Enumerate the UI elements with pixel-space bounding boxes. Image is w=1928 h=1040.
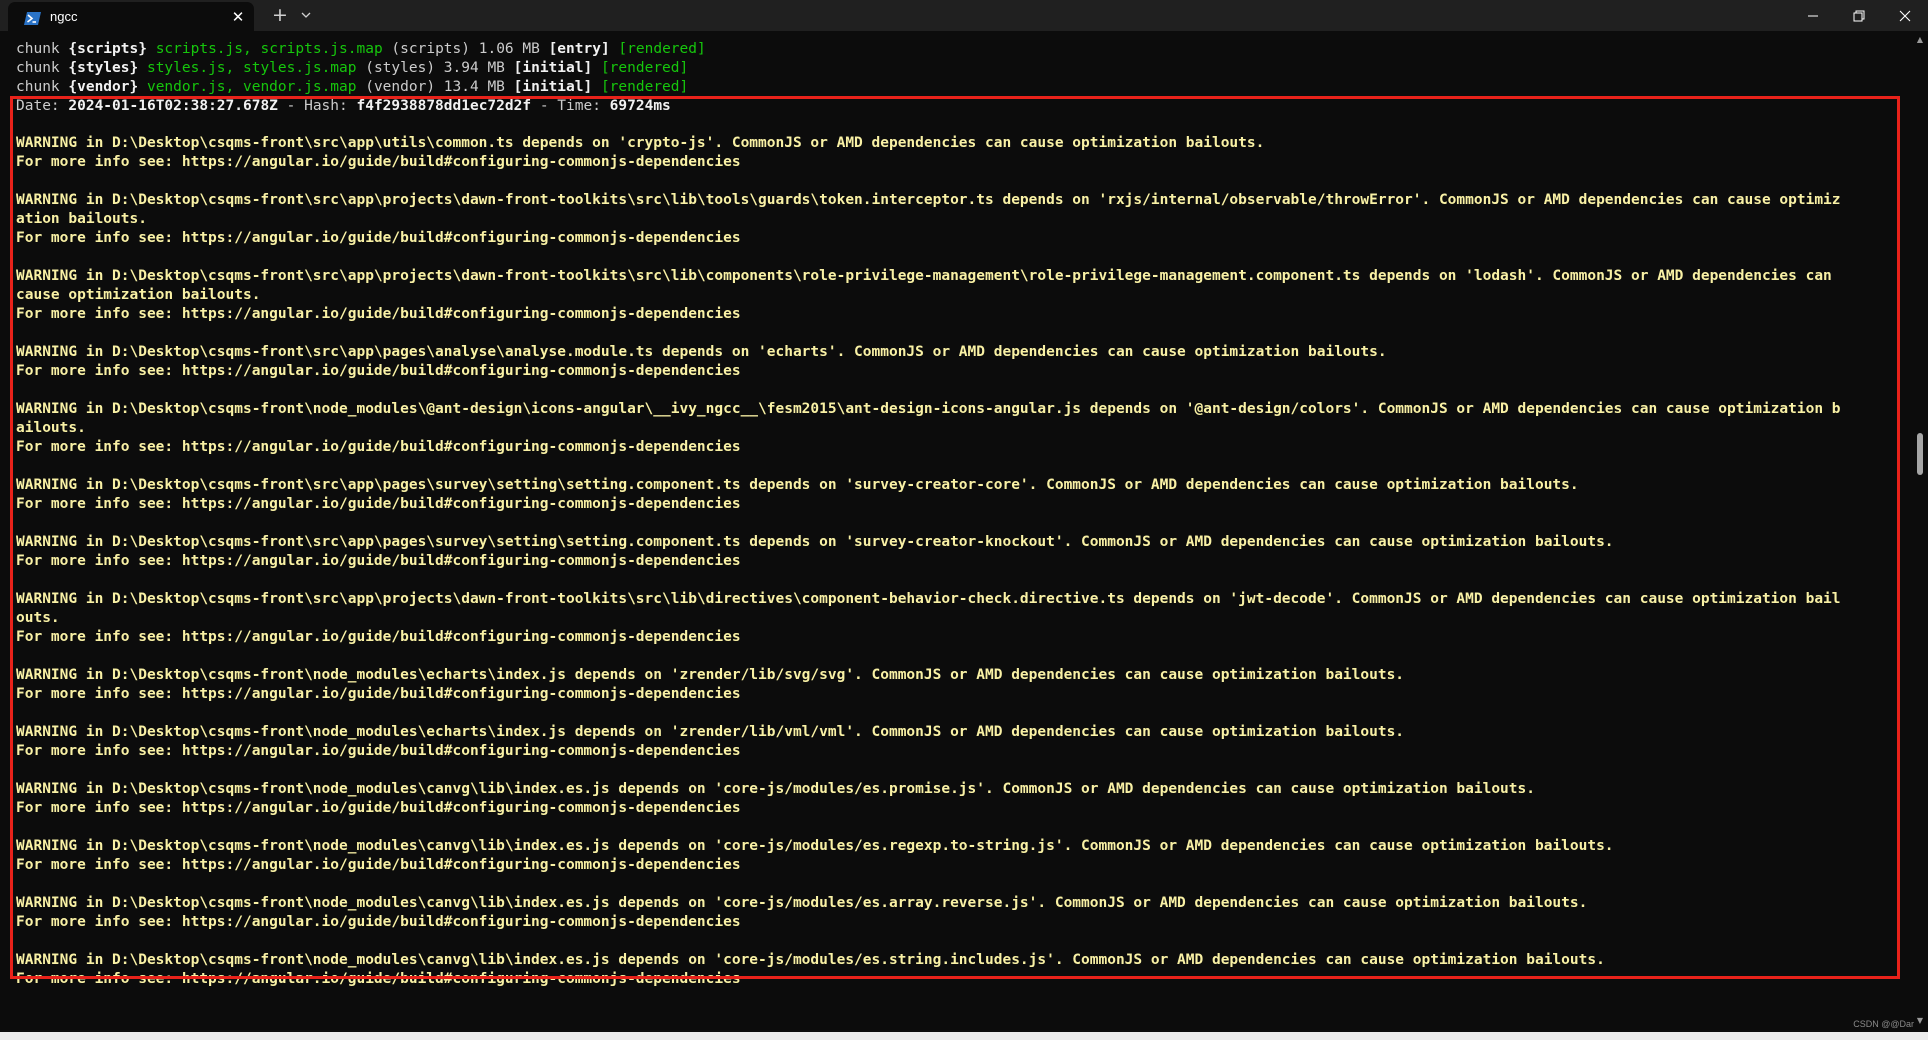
scroll-down-icon[interactable]: ▼ [1916, 1017, 1924, 1025]
scroll-up-icon[interactable]: ▲ [1916, 36, 1924, 44]
watermark: CSDN @@Dar [1853, 1019, 1914, 1029]
plus-icon[interactable]: + [268, 4, 292, 26]
taskbar-strip [0, 1032, 1928, 1040]
chunk-line: chunk {styles} styles.js, styles.js.map … [16, 60, 689, 76]
chunk-line: chunk {scripts} scripts.js, scripts.js.m… [16, 41, 706, 57]
highlight-box [10, 96, 1900, 979]
powershell-icon [24, 10, 41, 25]
close-icon[interactable]: ✕ [228, 7, 248, 27]
tab-ngcc[interactable]: ngcc ✕ [8, 2, 254, 31]
chevron-down-icon[interactable] [296, 5, 316, 25]
tab-title: ngcc [50, 9, 78, 24]
title-bar: ngcc ✕ + [0, 0, 1928, 31]
close-window-icon[interactable] [1882, 0, 1928, 31]
maximize-icon[interactable] [1836, 0, 1882, 31]
scrollbar[interactable]: ▲ ▼ [1912, 31, 1928, 1032]
chunk-line: chunk {vendor} vendor.js, vendor.js.map … [16, 79, 689, 95]
minimize-icon[interactable] [1790, 0, 1836, 31]
scrollbar-thumb[interactable] [1917, 433, 1923, 475]
